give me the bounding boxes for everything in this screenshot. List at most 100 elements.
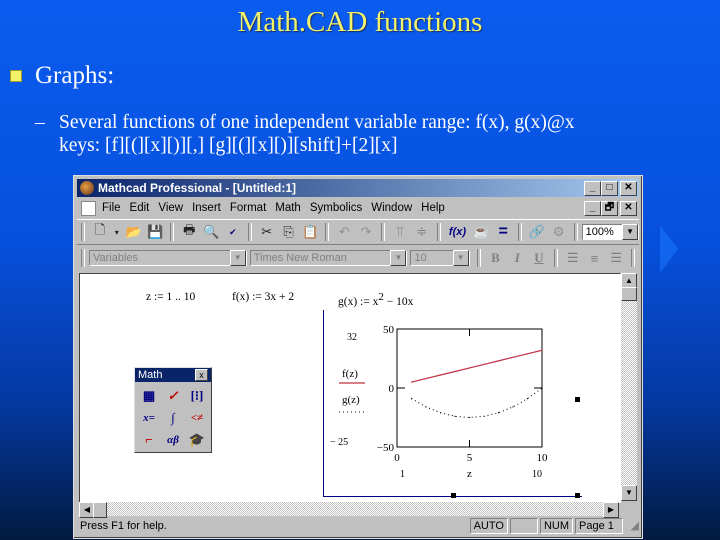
font-select[interactable]: Times New Roman ▼ [249, 250, 408, 266]
series-line-f [411, 349, 543, 383]
component-icon[interactable]: ⚙ [550, 223, 568, 241]
menu-math[interactable]: Math [275, 202, 301, 214]
doc-restore-button[interactable]: 🗗 [601, 201, 618, 216]
decorative-arrow-icon [660, 225, 678, 273]
zoom-select[interactable]: 100% ▼ [581, 224, 640, 240]
separator [518, 223, 523, 241]
minimize-button[interactable]: _ [584, 181, 601, 196]
mathcad-window: Mathcad Professional - [Untitled:1] _ □ … [73, 175, 643, 539]
maximize-button[interactable]: □ [601, 181, 618, 196]
menu-symbolics[interactable]: Symbolics [310, 202, 362, 214]
status-blank [509, 517, 538, 534]
menu-view[interactable]: View [158, 202, 183, 214]
resources-icon[interactable]: 🔗 [528, 223, 546, 241]
copy-icon[interactable]: ⎘ [280, 223, 298, 241]
insert-function-icon[interactable]: f(x) [447, 223, 469, 241]
menu-help[interactable]: Help [421, 202, 445, 214]
bullet-graphs: Graphs: [10, 62, 114, 90]
vertical-scrollbar[interactable]: ▲ ▼ [621, 273, 637, 501]
title-bar[interactable]: Mathcad Professional - [Untitled:1] _ □ … [77, 179, 639, 197]
formatting-toolbar: Variables ▼ Times New Roman ▼ 10 ▼ B I U… [77, 247, 639, 269]
size-select[interactable]: 10 ▼ [410, 250, 470, 266]
align-center-icon[interactable]: ≡ [586, 249, 604, 267]
chevron-down-icon[interactable]: ▼ [229, 250, 246, 266]
data-point-f [439, 374, 442, 376]
italic-button[interactable]: I [508, 249, 526, 267]
separator [631, 249, 635, 267]
size-value: 10 [414, 252, 427, 264]
scroll-thumb[interactable] [621, 287, 637, 301]
x-tick-label: 10 [537, 452, 549, 464]
worksheet[interactable]: z := 1 .. 10 f(x) := 3x + 2 g(x) := x2 −… [79, 273, 621, 503]
menu-format[interactable]: Format [230, 202, 266, 214]
align-top-icon[interactable]: ⫪ [391, 223, 409, 241]
bold-button[interactable]: B [487, 249, 505, 267]
align-left-icon[interactable]: ☰ [564, 249, 582, 267]
separator [170, 223, 175, 241]
sub-bullet: – Several functions of one independent v… [35, 111, 720, 157]
resize-handle-corner[interactable] [575, 493, 580, 498]
scroll-down-icon[interactable]: ▼ [621, 485, 637, 501]
chevron-down-icon[interactable]: ▼ [622, 224, 639, 240]
status-page: Page 1 [575, 517, 623, 534]
data-point-f [497, 360, 500, 362]
bullet-text: Graphs: [35, 62, 115, 89]
status-bar: Press F1 for help. AUTO NUM Page 1 ◢ [77, 517, 639, 534]
new-dropdown-icon[interactable]: ▾ [113, 223, 121, 241]
data-point-f [483, 363, 485, 365]
close-button[interactable]: ✕ [620, 181, 637, 196]
toolbar-grip [81, 223, 85, 241]
data-point-g [468, 416, 471, 419]
document-icon[interactable] [81, 200, 96, 216]
x-upper-limit-marker: 10 [532, 469, 542, 480]
open-icon[interactable]: 📂 [125, 223, 143, 241]
underline-button[interactable]: U [530, 249, 548, 267]
print-icon[interactable]: 🖶 [180, 222, 198, 241]
slide-title: Math.CAD functions [237, 6, 483, 38]
data-point-f [541, 349, 543, 351]
cut-icon[interactable]: ✂ [258, 223, 276, 241]
data-point-g [410, 398, 413, 400]
print-preview-icon[interactable]: 🔍 [202, 223, 220, 241]
chevron-down-icon[interactable]: ▼ [390, 250, 407, 266]
sub-bullet-line2: keys: [f][(][x][)][,] [g][(][x][)][shift… [59, 135, 398, 156]
series-line-g [411, 387, 543, 419]
data-point-g [454, 415, 456, 417]
spellcheck-icon[interactable]: ✔ [224, 223, 242, 241]
resize-grip-icon[interactable]: ◢ [623, 519, 639, 532]
insert-unit-icon[interactable]: ☕ [472, 223, 490, 241]
data-point-f [410, 381, 413, 383]
redo-icon[interactable]: ↷ [357, 223, 375, 241]
align-vertical-icon[interactable]: ≑ [413, 223, 431, 241]
new-icon[interactable]: 🗋 [91, 222, 109, 241]
doc-minimize-button[interactable]: _ [584, 201, 601, 216]
y-lower-limit-marker: − 25 [330, 437, 348, 448]
menu-window[interactable]: Window [371, 202, 412, 214]
style-select[interactable]: Variables ▼ [88, 250, 247, 266]
x-lower-limit-marker: 1 [400, 469, 405, 480]
align-right-icon[interactable]: ☰ [607, 249, 625, 267]
window-title: Mathcad Professional - [Untitled:1] [98, 181, 297, 195]
style-value: Variables [92, 252, 139, 264]
y-tick-label: 50 [383, 324, 395, 336]
save-icon[interactable]: 💾 [147, 223, 165, 241]
scroll-thumb-horizontal[interactable] [93, 502, 107, 518]
plot-box [396, 328, 543, 448]
menu-edit[interactable]: Edit [130, 202, 150, 214]
scroll-right-icon[interactable]: ▶ [603, 502, 619, 518]
menu-insert[interactable]: Insert [192, 202, 221, 214]
horizontal-scrollbar[interactable]: ◀ ▶ [79, 502, 619, 518]
paste-icon[interactable]: 📋 [302, 223, 320, 241]
data-point-f [526, 353, 529, 355]
legend-f-label: f(z) [342, 368, 358, 380]
resize-handle-right[interactable] [575, 397, 580, 402]
menu-file[interactable]: File [102, 202, 121, 214]
chevron-down-icon[interactable]: ▼ [452, 250, 469, 266]
menu-bar: File Edit View Insert Format Math Symbol… [77, 199, 639, 217]
doc-close-button[interactable]: ✕ [620, 201, 637, 216]
calculate-icon[interactable]: = [494, 223, 512, 241]
resize-handle-bottom[interactable] [451, 493, 456, 498]
xy-plot[interactable]: 500−500 5 1032− 251 10zf(z)g(z) [80, 274, 620, 502]
undo-icon[interactable]: ↶ [335, 223, 353, 241]
dash-marker: – [35, 112, 45, 133]
